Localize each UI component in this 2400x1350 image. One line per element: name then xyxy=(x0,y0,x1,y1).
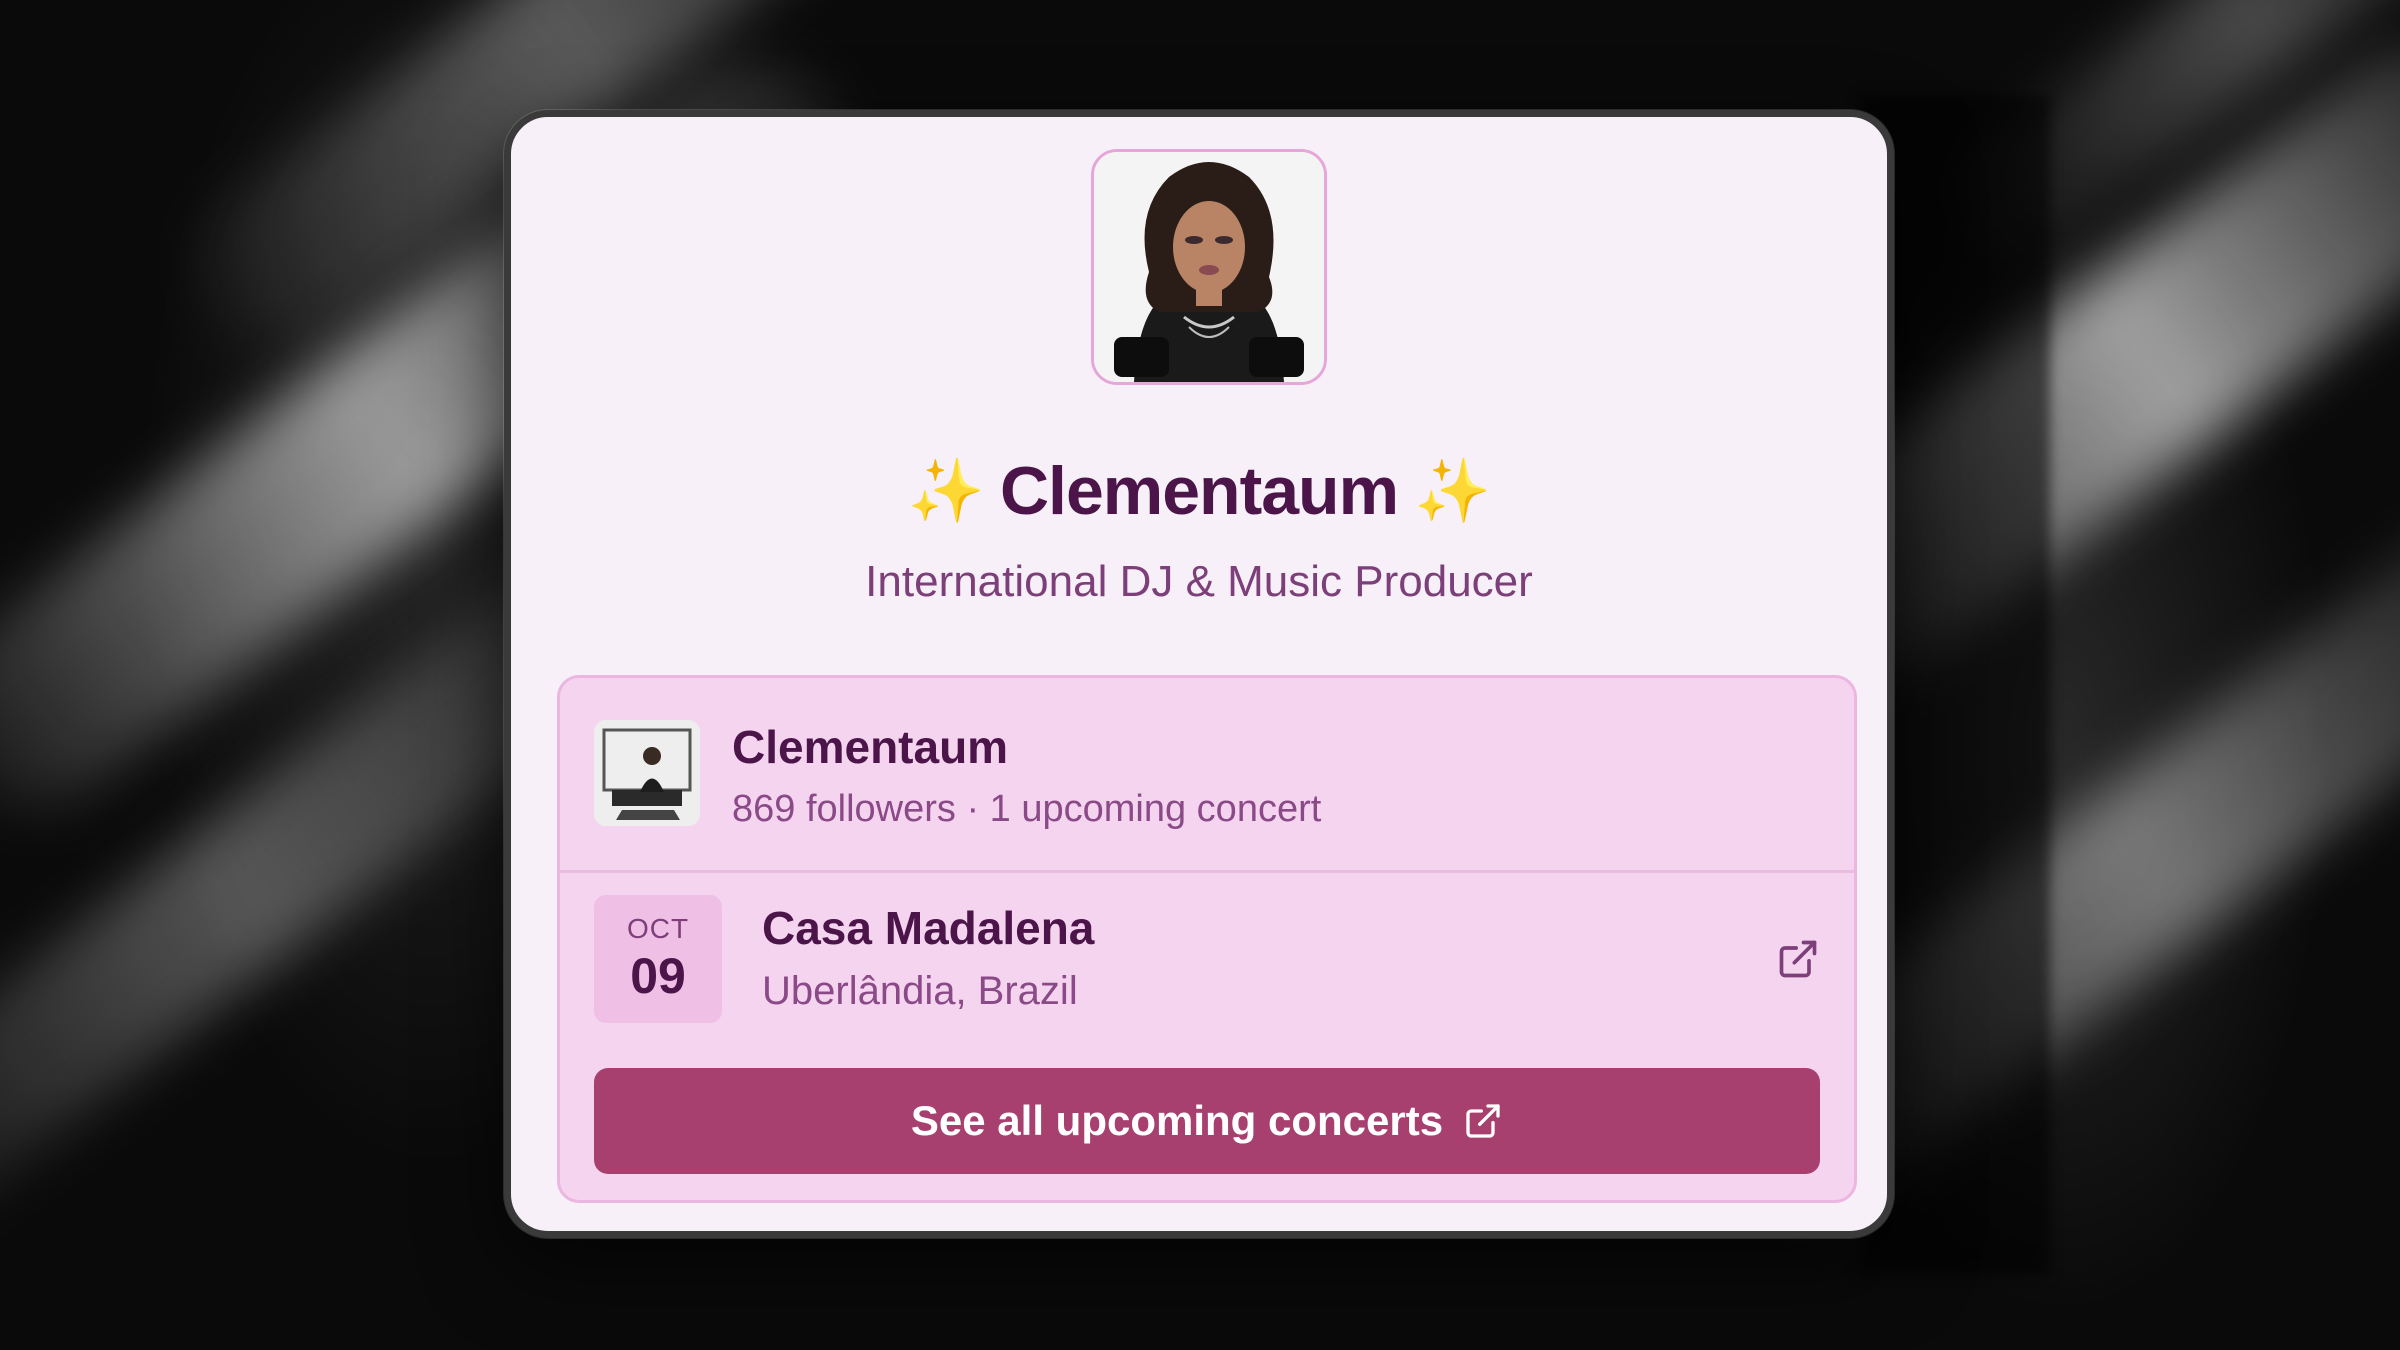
artist-thumbnail-image xyxy=(594,720,700,826)
see-all-concerts-button[interactable]: See all upcoming concerts xyxy=(594,1068,1820,1174)
concert-month: OCT xyxy=(626,913,690,944)
widget-artist-header[interactable]: Clementaum 869 followers · 1 upcoming co… xyxy=(560,678,1854,873)
avatar-portrait-image xyxy=(1094,152,1324,382)
widget-artist-name[interactable]: Clementaum xyxy=(732,720,1008,774)
concert-location: Uberlândia, Brazil xyxy=(762,969,1078,1013)
concerts-widget: Clementaum 869 followers · 1 upcoming co… xyxy=(557,675,1857,1203)
external-link-icon xyxy=(1466,1104,1500,1138)
sparkles-icon: ✨ xyxy=(907,456,985,526)
concert-date-badge: OCT 09 xyxy=(594,895,722,1023)
profile-title: ✨ Clementaum ✨ xyxy=(511,447,1887,530)
artist-thumbnail[interactable] xyxy=(594,720,700,826)
profile-tagline: International DJ & Music Producer xyxy=(865,557,1533,606)
see-all-concerts-label: See all upcoming concerts xyxy=(910,1097,1444,1144)
widget-artist-stats: 869 followers · 1 upcoming concert xyxy=(732,788,1322,830)
concert-day: 09 xyxy=(630,948,686,1004)
profile-avatar xyxy=(1091,149,1327,385)
concert-list-item[interactable]: OCT 09 Casa Madalena Uberlândia, Brazil xyxy=(560,873,1854,1033)
concert-venue[interactable]: Casa Madalena xyxy=(762,901,1094,955)
profile-card: ✨ Clementaum ✨ International DJ & Music Pr… xyxy=(504,110,1894,1238)
sparkles-icon: ✨ xyxy=(1414,456,1491,526)
external-link-icon[interactable] xyxy=(1776,937,1820,981)
artist-name-heading: Clementaum xyxy=(999,453,1399,530)
